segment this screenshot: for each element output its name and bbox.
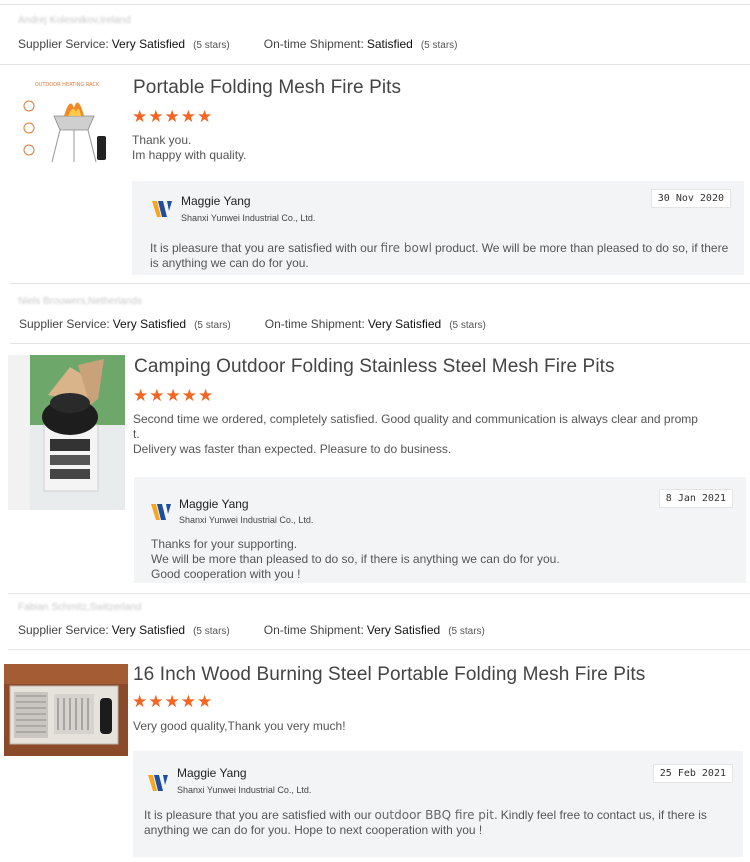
product-title[interactable]: 16 Inch Wood Burning Steel Portable Fold… bbox=[133, 664, 645, 686]
ratings-row: Supplier Service: Very Satisfied (5 stars)… bbox=[19, 317, 486, 331]
reply-date: 8 Jan 2021 bbox=[658, 489, 733, 508]
reply-line: We will be more than pleased to do so, i… bbox=[151, 552, 560, 566]
comment-line: Thank you. bbox=[132, 133, 192, 147]
supplier-service-stars: (5 stars) bbox=[193, 626, 230, 637]
company-logo-icon bbox=[152, 201, 172, 217]
supplier-reply: Maggie Yang Shanxi Yunwei Industrial Co.… bbox=[132, 181, 744, 275]
comment-line: Very good quality,Thank you very much! bbox=[133, 719, 346, 733]
star-icon: ★ bbox=[180, 692, 196, 711]
product-title[interactable]: Portable Folding Mesh Fire Pits bbox=[133, 77, 401, 99]
ratings-row: Supplier Service: Very Satisfied (5 stars)… bbox=[18, 623, 485, 637]
shipment-label: On-time Shipment: bbox=[264, 317, 365, 331]
star-icon: ★ bbox=[132, 692, 148, 711]
star-rating: ★ ★ ★ ★ ★ bbox=[133, 387, 213, 404]
shipment-value: Satisfied bbox=[366, 37, 413, 51]
shipment-label: On-time Shipment: bbox=[263, 623, 364, 637]
reviewer-name: Andrej Kolesnikov,Ireland bbox=[18, 15, 131, 26]
star-icon: ★ bbox=[181, 386, 197, 405]
review-comment: Second time we ordered, completely satis… bbox=[133, 412, 698, 457]
reply-text: Thanks for your supporting. We will be m… bbox=[151, 537, 731, 582]
company-logo-icon bbox=[151, 504, 171, 520]
replier-name: Maggie Yang bbox=[179, 497, 249, 511]
keyword-link[interactable]: fire bowl bbox=[380, 241, 432, 255]
review-comment: Very good quality,Thank you very much! bbox=[133, 719, 346, 734]
supplier-reply: Maggie Yang Shanxi Yunwei Industrial Co.… bbox=[133, 751, 743, 857]
supplier-service-stars: (5 stars) bbox=[193, 40, 230, 51]
star-icon: ★ bbox=[132, 107, 148, 126]
ratings-row: Supplier Service: Very Satisfied (5 stars)… bbox=[18, 37, 458, 51]
company-logo-icon bbox=[148, 775, 168, 791]
replier-name: Maggie Yang bbox=[177, 766, 247, 780]
supplier-service-label: Supplier Service: bbox=[19, 317, 110, 331]
star-icon: ★ bbox=[197, 692, 213, 711]
reply-date: 30 Nov 2020 bbox=[650, 189, 731, 208]
reviewer-name: Niels Brouwers,Netherlands bbox=[18, 296, 142, 307]
replier-company: Shanxi Yunwei Industrial Co., Ltd. bbox=[177, 785, 312, 795]
reply-text: It is pleasure that you are satisfied wi… bbox=[150, 241, 729, 270]
divider bbox=[8, 649, 750, 650]
star-icon: ★ bbox=[198, 386, 214, 405]
reply-date: 25 Feb 2021 bbox=[652, 764, 733, 783]
star-icon: ★ bbox=[165, 386, 181, 405]
reply-text: It is pleasure that you are satisfied wi… bbox=[144, 808, 707, 837]
star-icon: ★ bbox=[164, 692, 180, 711]
replier-company: Shanxi Yunwei Industrial Co., Ltd. bbox=[179, 515, 314, 525]
star-icon: ★ bbox=[133, 386, 149, 405]
star-icon: ★ bbox=[148, 692, 164, 711]
comment-line: Im happy with quality. bbox=[132, 148, 247, 162]
product-thumbnail[interactable]: OUTDOOR HEATING RACK bbox=[18, 78, 116, 166]
supplier-service-value: Very Satisfied bbox=[112, 317, 187, 331]
comment-line: Delivery was faster than expected. Pleas… bbox=[133, 442, 452, 456]
star-icon: ★ bbox=[180, 107, 196, 126]
supplier-reply: Maggie Yang Shanxi Yunwei Industrial Co.… bbox=[134, 477, 746, 583]
comment-line: t. bbox=[133, 427, 140, 441]
star-icon: ★ bbox=[149, 386, 165, 405]
supplier-service-label: Supplier Service: bbox=[18, 37, 109, 51]
thumb-caption: OUTDOOR HEATING RACK bbox=[35, 82, 100, 88]
product-thumbnail[interactable] bbox=[4, 664, 128, 756]
replier-company: Shanxi Yunwei Industrial Co., Ltd. bbox=[181, 213, 316, 223]
star-icon: ★ bbox=[197, 107, 213, 126]
replier-name: Maggie Yang bbox=[181, 194, 251, 208]
star-icon: ★ bbox=[164, 107, 180, 126]
divider bbox=[10, 283, 750, 284]
keyword-link[interactable]: outdoor BBQ fire pit. bbox=[374, 808, 497, 822]
shipment-value: Very Satisfied bbox=[367, 317, 442, 331]
divider bbox=[10, 343, 750, 344]
review-comment: Thank you. Im happy with quality. bbox=[132, 133, 247, 163]
divider bbox=[0, 4, 750, 5]
reply-line: Thanks for your supporting. bbox=[151, 537, 298, 551]
shipment-stars: (5 stars) bbox=[449, 320, 486, 331]
shipment-stars: (5 stars) bbox=[420, 40, 458, 51]
shipment-stars: (5 stars) bbox=[448, 626, 485, 637]
product-title[interactable]: Camping Outdoor Folding Stainless Steel … bbox=[134, 356, 615, 378]
shipment-label: On-time Shipment: bbox=[263, 37, 364, 51]
divider bbox=[8, 593, 750, 594]
reviewer-name: Fabian Schmitz,Switzerland bbox=[18, 602, 142, 613]
reply-line: Good cooperation with you ! bbox=[151, 567, 301, 581]
star-icon: ★ bbox=[148, 107, 164, 126]
supplier-service-stars: (5 stars) bbox=[194, 320, 231, 331]
supplier-service-value: Very Satisfied bbox=[111, 37, 186, 51]
star-rating: ★ ★ ★ ★ ★ bbox=[132, 108, 212, 125]
product-thumbnail[interactable] bbox=[8, 355, 125, 510]
comment-line: Second time we ordered, completely satis… bbox=[133, 412, 698, 426]
shipment-value: Very Satisfied bbox=[366, 623, 441, 637]
supplier-service-label: Supplier Service: bbox=[18, 623, 109, 637]
divider bbox=[0, 64, 750, 65]
star-rating: ★ ★ ★ ★ ★ bbox=[132, 693, 212, 710]
supplier-service-value: Very Satisfied bbox=[111, 623, 186, 637]
